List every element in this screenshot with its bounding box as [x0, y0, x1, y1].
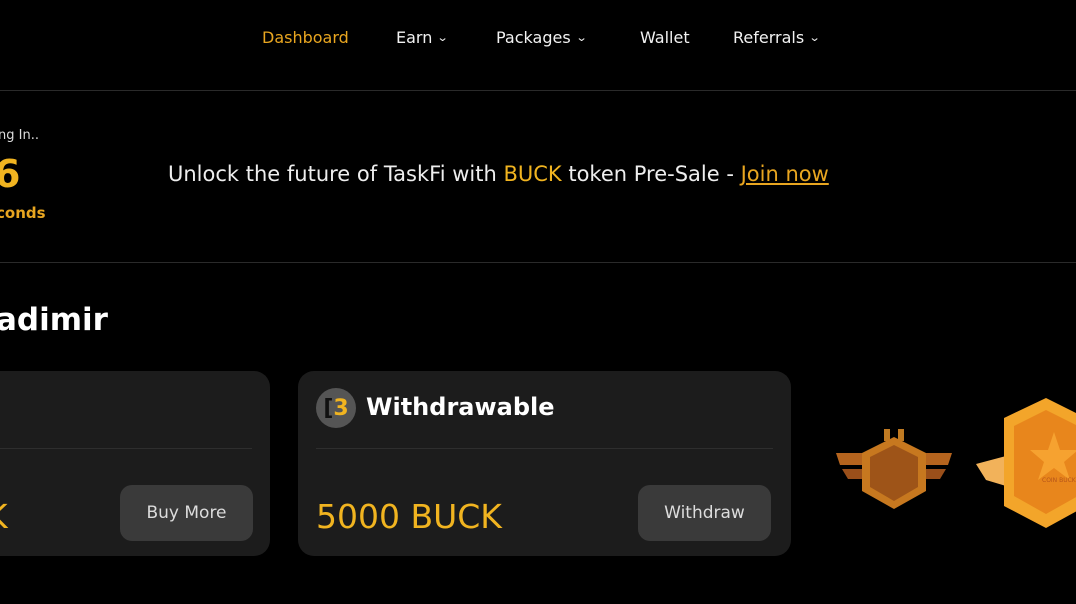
rank-badge-wings-icon [836, 429, 952, 509]
nav-label: Dashboard [262, 28, 349, 47]
balance-card: K Buy More [0, 371, 270, 556]
withdrawable-card: [3 Withdrawable 5000 BUCK Withdraw [298, 371, 791, 556]
nav-wallet[interactable]: Wallet [640, 28, 690, 47]
divider [316, 448, 773, 449]
nav-referrals[interactable]: Referrals ⌄ [733, 28, 821, 47]
promo-text: Unlock the future of TaskFi with BUCK to… [168, 162, 829, 186]
promo-prefix: Unlock the future of TaskFi with [168, 162, 504, 186]
buy-more-button[interactable]: Buy More [120, 485, 253, 541]
divider [0, 448, 252, 449]
nav-label: Earn [396, 28, 433, 47]
nav-packages[interactable]: Packages ⌄ [496, 28, 588, 47]
balance-amount: K [0, 497, 8, 536]
countdown-unit: conds [0, 204, 46, 222]
nav-label: Wallet [640, 28, 690, 47]
buck-coin-icon: [3 [316, 388, 356, 428]
nav-earn[interactable]: Earn ⌄ [396, 28, 449, 47]
nav-label: Referrals [733, 28, 805, 47]
nav-dashboard[interactable]: Dashboard [262, 28, 349, 47]
svg-text:COIN BUCK: COIN BUCK [1042, 477, 1076, 484]
card-title: Withdrawable [366, 393, 555, 421]
countdown-value: 6 [0, 152, 21, 196]
promo-highlight: BUCK [503, 162, 562, 186]
top-nav: Dashboard Earn ⌄ Packages ⌄ Wallet Referra… [0, 0, 1076, 91]
join-now-link[interactable]: Join now [741, 162, 829, 186]
promo-suffix: token Pre-Sale - [561, 162, 741, 186]
greeting: adimir [0, 302, 108, 338]
rank-badge-star-icon: COIN BUCK [976, 398, 1076, 528]
withdraw-button[interactable]: Withdraw [638, 485, 771, 541]
nav-label: Packages [496, 28, 571, 47]
withdrawable-amount: 5000 BUCK [316, 497, 502, 536]
chevron-down-icon: ⌄ [808, 31, 821, 44]
countdown-label: ng In.. [0, 128, 39, 143]
chevron-down-icon: ⌄ [575, 31, 588, 44]
chevron-down-icon: ⌄ [436, 31, 449, 44]
